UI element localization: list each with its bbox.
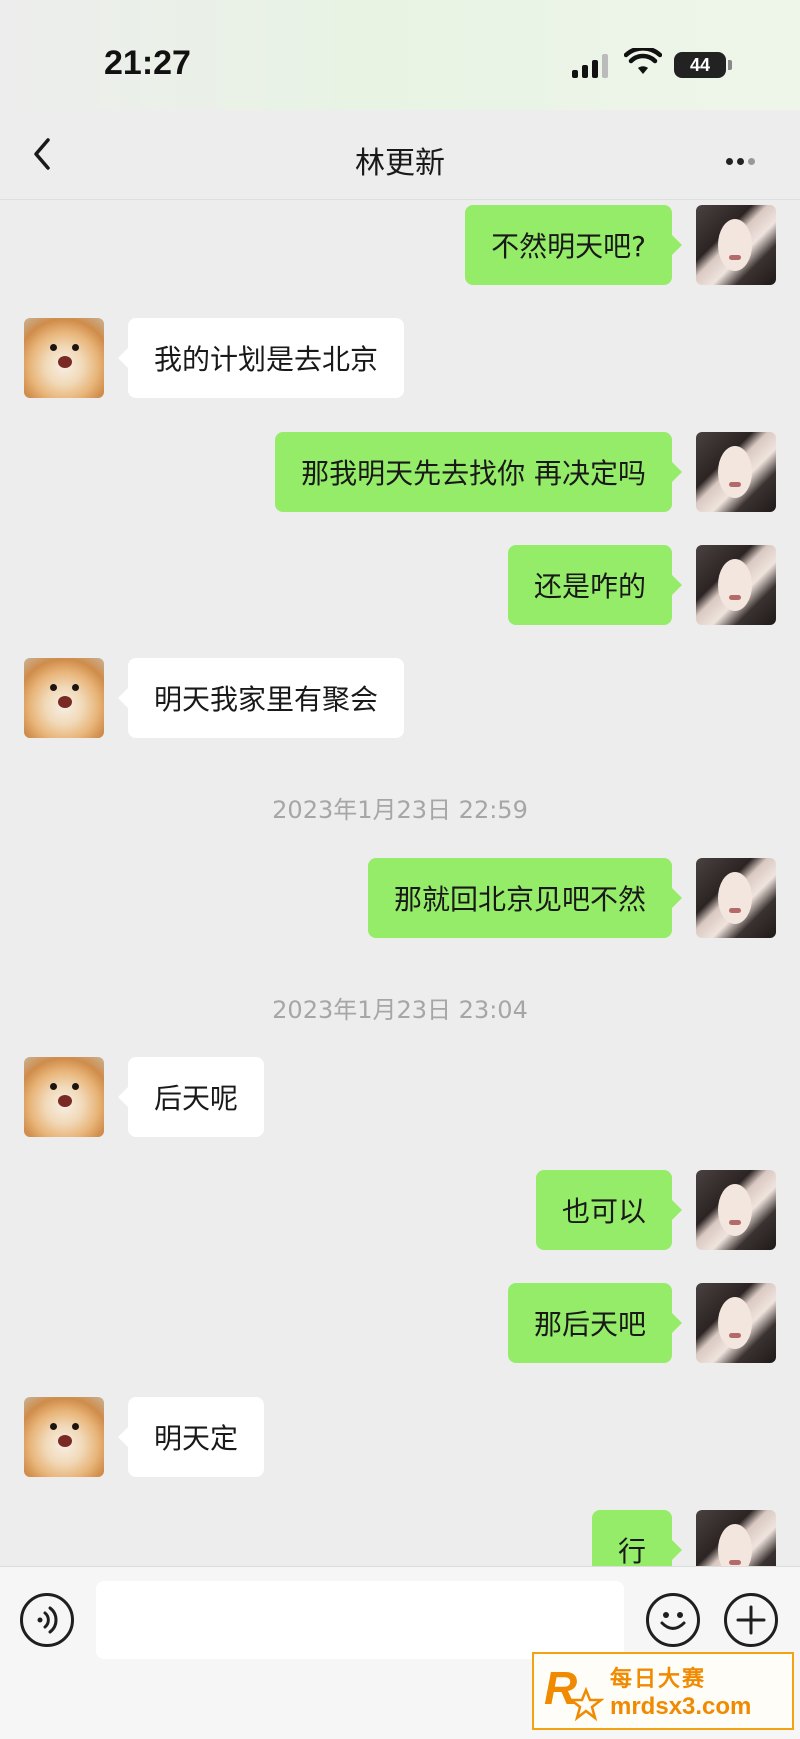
message-row: 不然明天吧?: [0, 205, 800, 285]
message-row: 明天我家里有聚会: [0, 658, 800, 738]
message-row: 也可以: [0, 1170, 800, 1250]
contact-avatar[interactable]: [24, 1057, 104, 1137]
plus-icon[interactable]: [724, 1593, 778, 1647]
watermark-logo-letter: R: [544, 1662, 577, 1714]
self-avatar[interactable]: [696, 545, 776, 625]
message-row: 那我明天先去找你 再决定吗: [0, 432, 800, 512]
message-row: 那后天吧: [0, 1283, 800, 1363]
message-row: 行: [0, 1510, 800, 1566]
self-avatar[interactable]: [696, 858, 776, 938]
timestamp: 2023年1月23日 22:59: [272, 796, 528, 824]
self-avatar[interactable]: [696, 1510, 776, 1566]
watermark-logo: R: [540, 1656, 605, 1726]
contact-avatar[interactable]: [24, 318, 104, 398]
status-bar: 21:27 44: [0, 0, 800, 110]
received-bubble[interactable]: 明天定: [117, 1397, 265, 1477]
sent-bubble[interactable]: 行: [591, 1510, 683, 1566]
message-row: 我的计划是去北京: [0, 318, 800, 398]
voice-icon[interactable]: [20, 1593, 74, 1647]
chat-header: 林更新: [0, 110, 800, 200]
battery-indicator: 44: [674, 52, 732, 78]
received-bubble[interactable]: 明天我家里有聚会: [117, 658, 405, 738]
chat-title: 林更新: [355, 146, 445, 181]
watermark-title: 每日大赛: [610, 1667, 707, 1692]
sent-bubble[interactable]: 那就回北京见吧不然: [367, 858, 683, 938]
sent-bubble[interactable]: 不然明天吧?: [465, 205, 682, 285]
self-avatar[interactable]: [696, 1283, 776, 1363]
wifi-icon: [624, 48, 662, 74]
sent-bubble[interactable]: 也可以: [535, 1170, 683, 1250]
received-bubble[interactable]: 后天呢: [117, 1057, 265, 1137]
sent-bubble[interactable]: 那后天吧: [507, 1283, 683, 1363]
self-avatar[interactable]: [696, 432, 776, 512]
watermark-url: mrdsx3.com: [610, 1693, 752, 1720]
received-bubble[interactable]: 我的计划是去北京: [117, 318, 405, 398]
status-time: 21:27: [104, 44, 191, 82]
sent-bubble[interactable]: 还是咋的: [507, 545, 683, 625]
contact-avatar[interactable]: [24, 1397, 104, 1477]
message-row: 还是咋的: [0, 545, 800, 625]
emoji-icon[interactable]: [646, 1593, 700, 1647]
message-input[interactable]: [96, 1581, 624, 1659]
timestamp: 2023年1月23日 23:04: [272, 996, 528, 1024]
contact-avatar[interactable]: [24, 658, 104, 738]
more-dots-icon[interactable]: [726, 150, 782, 165]
sent-bubble[interactable]: 那我明天先去找你 再决定吗: [275, 432, 682, 512]
message-row: 后天呢: [0, 1057, 800, 1137]
message-row: 那就回北京见吧不然: [0, 858, 800, 938]
message-list[interactable]: 不然明天吧? 我的计划是去北京 那我明天先去找你 再决定吗 还是咋的 明天我家里…: [0, 200, 800, 1566]
self-avatar[interactable]: [696, 205, 776, 285]
cellular-signal-icon: [572, 54, 608, 78]
message-row: 明天定: [0, 1397, 800, 1477]
self-avatar[interactable]: [696, 1170, 776, 1250]
watermark: R 每日大赛 mrdsx3.com: [532, 1652, 794, 1730]
